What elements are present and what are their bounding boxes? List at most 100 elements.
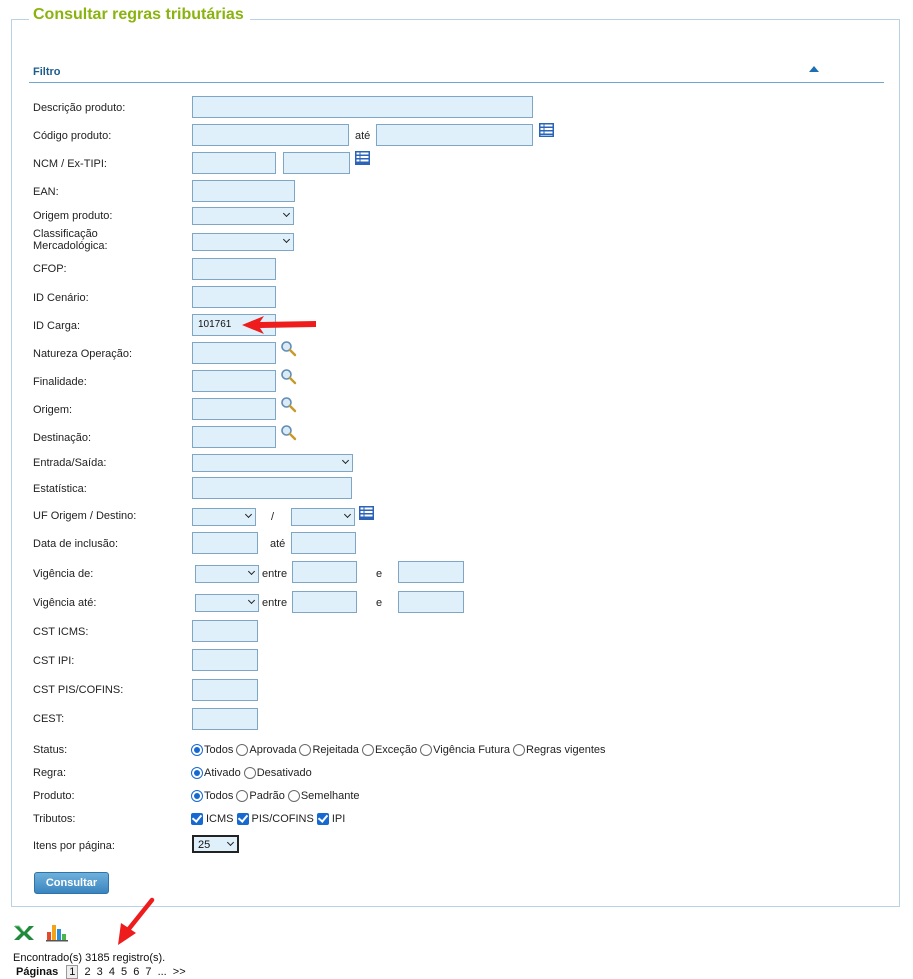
origem-produto-select[interactable] [192, 207, 294, 225]
page-link-5[interactable]: 5 [121, 966, 127, 978]
collapse-up-icon[interactable] [809, 66, 819, 72]
cst-pis-input[interactable] [192, 679, 258, 701]
radio-label: Todos [204, 789, 234, 802]
radio-label: Desativado [256, 766, 312, 779]
chart-icon[interactable] [45, 921, 69, 942]
classificacao-select[interactable] [192, 233, 294, 251]
page-link-1[interactable]: 1 [66, 965, 79, 979]
tributo-checkbox-ipi[interactable] [316, 812, 329, 825]
label-status: Status: [33, 744, 68, 756]
tributo-checkbox-icms[interactable] [191, 812, 203, 825]
entrada-saida-select[interactable] [192, 454, 353, 472]
cest-input[interactable] [192, 708, 258, 730]
status-radio-todos[interactable] [191, 743, 203, 756]
vigencia-ate-from-input[interactable] [292, 591, 357, 613]
produto-radio-padrao[interactable] [236, 789, 249, 802]
data-inclusao-to-input[interactable] [291, 532, 356, 554]
uf-origem-select[interactable] [192, 508, 256, 526]
cfop-input[interactable] [192, 258, 276, 280]
checkbox-label: ICMS [206, 812, 234, 825]
radio-label: Ativado [204, 766, 241, 779]
produto-radio-group: Todos Padrão Semelhante [191, 788, 360, 803]
itens-por-pagina-select[interactable]: 25 [192, 835, 239, 853]
radio-label: Semelhante [300, 789, 360, 802]
label-ncm: NCM / Ex-TIPI: [33, 158, 107, 170]
natureza-input[interactable] [192, 342, 276, 364]
radio-label: Rejeitada [312, 743, 359, 756]
origem-input[interactable] [192, 398, 276, 420]
estatistica-input[interactable] [192, 477, 352, 499]
excel-icon[interactable] [13, 924, 35, 942]
list-icon[interactable] [355, 151, 370, 165]
status-radio-regras-vigentes[interactable] [513, 743, 525, 756]
page-link-7[interactable]: 7 [145, 966, 151, 978]
status-radio-aprovada[interactable] [236, 743, 249, 756]
entre-text: entre [262, 568, 288, 580]
regra-radio-desativado[interactable] [243, 766, 256, 779]
codigo-to-input[interactable] [376, 124, 533, 146]
status-radio-group: Todos Aprovada Rejeitada Exceção Vigênci… [191, 742, 606, 757]
chevron-down-icon [282, 235, 291, 244]
label-cest: CEST: [33, 713, 65, 725]
regra-radio-ativado[interactable] [191, 766, 203, 779]
descricao-input[interactable] [192, 96, 533, 118]
vigencia-ate-to-input[interactable] [398, 591, 464, 613]
filter-section-label: Filtro [33, 66, 61, 78]
page-link-4[interactable]: 4 [109, 966, 115, 978]
chevron-down-icon [343, 510, 352, 519]
consultar-button[interactable]: Consultar [34, 872, 109, 894]
status-radio-excecao[interactable] [361, 743, 374, 756]
page-link-2[interactable]: 2 [84, 966, 90, 978]
finalidade-input[interactable] [192, 370, 276, 392]
id-cenario-input[interactable] [192, 286, 276, 308]
ate-text: até [355, 130, 371, 142]
vigencia-de-to-input[interactable] [398, 561, 464, 583]
data-inclusao-from-input[interactable] [192, 532, 258, 554]
status-radio-vigencia-futura[interactable] [420, 743, 433, 756]
label-id-carga: ID Carga: [33, 320, 81, 332]
ncm-input[interactable] [192, 152, 276, 174]
ex-tipi-input[interactable] [283, 152, 350, 174]
label-classificacao-2: Mercadológica: [33, 240, 108, 252]
label-destinacao: Destinação: [33, 432, 92, 444]
page-ellipsis: ... [157, 966, 167, 978]
ean-input[interactable] [192, 180, 295, 202]
pages-label: Páginas [16, 966, 59, 978]
vigencia-de-select[interactable] [195, 565, 259, 583]
vigencia-de-from-input[interactable] [292, 561, 357, 583]
radio-label: Aprovada [249, 743, 297, 756]
label-regra: Regra: [33, 767, 67, 779]
codigo-from-input[interactable] [192, 124, 349, 146]
label-estatistica: Estatística: [33, 483, 87, 495]
cst-ipi-input[interactable] [192, 649, 258, 671]
label-id-cenario: ID Cenário: [33, 292, 89, 304]
chevron-down-icon [247, 567, 256, 576]
destinacao-input[interactable] [192, 426, 276, 448]
radio-label: Regras vigentes [526, 743, 606, 756]
label-classificacao-1: Classificação [33, 228, 98, 240]
regra-radio-group: Ativado Desativado [191, 765, 312, 780]
list-icon[interactable] [359, 506, 374, 520]
search-icon[interactable] [280, 368, 297, 385]
result-count: Encontrado(s) 3185 registro(s). [13, 952, 166, 964]
page-link-6[interactable]: 6 [133, 966, 139, 978]
search-icon[interactable] [280, 340, 297, 357]
uf-destino-select[interactable] [291, 508, 355, 526]
search-icon[interactable] [280, 424, 297, 441]
page-link-3[interactable]: 3 [97, 966, 103, 978]
page-next[interactable]: >> [173, 966, 186, 978]
produto-radio-semelhante[interactable] [287, 789, 300, 802]
label-descricao: Descrição produto: [33, 102, 126, 114]
produto-radio-todos[interactable] [191, 789, 203, 802]
page-title: Consultar regras tributárias [29, 6, 250, 24]
vigencia-ate-select[interactable] [195, 594, 259, 612]
search-icon[interactable] [280, 396, 297, 413]
uf-separator: / [271, 511, 275, 523]
status-radio-rejeitada[interactable] [299, 743, 312, 756]
tributo-checkbox-pis-cofins[interactable] [236, 812, 249, 825]
list-icon[interactable] [539, 123, 554, 137]
cst-icms-input[interactable] [192, 620, 258, 642]
label-codigo: Código produto: [33, 130, 112, 142]
filter-divider [29, 82, 884, 83]
pagination: Páginas 1 2 3 4 5 6 7 ... >> [16, 965, 189, 979]
